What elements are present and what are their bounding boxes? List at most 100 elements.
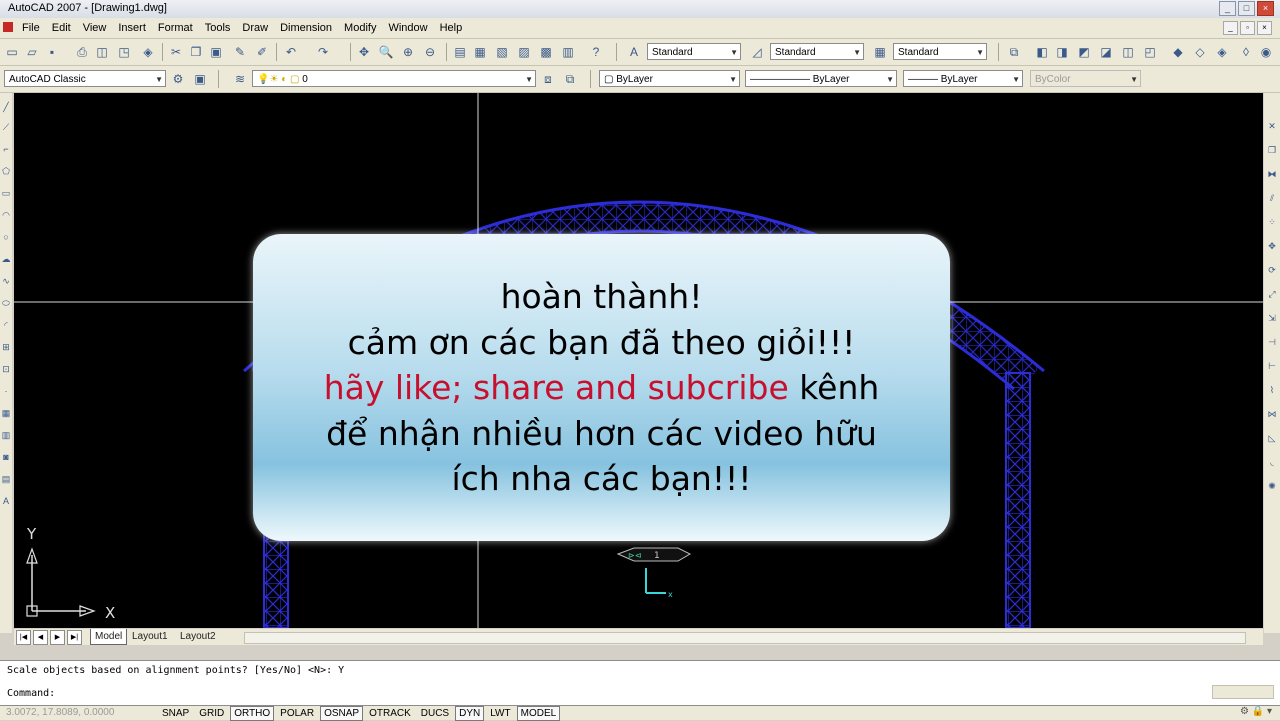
lineweight-select[interactable]: ——— ByLayer ▼ xyxy=(903,70,1023,87)
ne-iso-icon[interactable]: ◈ xyxy=(1214,44,1230,60)
calculator-icon[interactable]: ▥ xyxy=(560,44,576,60)
layer-manager-icon[interactable]: ≋ xyxy=(232,71,248,87)
revision-cloud-icon[interactable]: ☁ xyxy=(0,253,12,265)
rotate-icon[interactable]: ⟳ xyxy=(1265,263,1279,277)
status-polar-button[interactable]: POLAR xyxy=(276,706,318,721)
save-icon[interactable]: ▪ xyxy=(44,44,60,60)
status-ortho-button[interactable]: ORTHO xyxy=(230,706,275,721)
menu-modify[interactable]: Modify xyxy=(338,21,382,35)
workspace-settings-icon[interactable]: ⚙ xyxy=(170,71,186,87)
workspace-select[interactable]: AutoCAD Classic ▼ xyxy=(4,70,166,87)
tab-layout2[interactable]: Layout2 xyxy=(176,629,220,644)
menu-draw[interactable]: Draw xyxy=(236,21,274,35)
construction-line-icon[interactable]: ⟋ xyxy=(0,121,12,133)
ellipse-icon[interactable]: ⬭ xyxy=(0,297,12,309)
make-object-layer-current-icon[interactable]: ⧈ xyxy=(540,71,556,87)
prev-tab-button[interactable]: ◀ xyxy=(33,630,48,645)
maximize-button[interactable]: □ xyxy=(1238,1,1255,16)
help-icon[interactable]: ? xyxy=(588,44,604,60)
top-view-icon[interactable]: ◧ xyxy=(1034,44,1050,60)
mirror-icon[interactable]: ⧓ xyxy=(1265,167,1279,181)
spline-icon[interactable]: ∿ xyxy=(0,275,12,287)
chamfer-icon[interactable]: ◺ xyxy=(1265,431,1279,445)
autocad-app-icon[interactable] xyxy=(3,22,13,32)
move-icon[interactable]: ✥ xyxy=(1265,239,1279,253)
menu-tools[interactable]: Tools xyxy=(199,21,237,35)
sheet-set-icon[interactable]: ▨ xyxy=(516,44,532,60)
status-grid-button[interactable]: GRID xyxy=(195,706,228,721)
polygon-icon[interactable]: ⬠ xyxy=(0,165,12,177)
status-osnap-button[interactable]: OSNAP xyxy=(320,706,364,721)
linetype-select[interactable]: —————— ByLayer ▼ xyxy=(745,70,897,87)
paste-icon[interactable]: ▣ xyxy=(208,44,224,60)
block-editor-icon[interactable]: ✐ xyxy=(254,44,270,60)
insert-block-icon[interactable]: ⊞ xyxy=(0,341,12,353)
menu-file[interactable]: File xyxy=(16,21,46,35)
status-ducs-button[interactable]: DUCS xyxy=(417,706,453,721)
open-icon[interactable]: ▱ xyxy=(24,44,40,60)
left-view-icon[interactable]: ◩ xyxy=(1076,44,1092,60)
zoom-previous-icon[interactable]: ⊖ xyxy=(422,44,438,60)
tab-model[interactable]: Model xyxy=(90,629,128,645)
layer-select[interactable]: 💡☀ ◐ ▢ 0 ▼ xyxy=(252,70,536,87)
region-icon[interactable]: ◙ xyxy=(0,451,12,463)
menu-window[interactable]: Window xyxy=(382,21,433,35)
join-icon[interactable]: ⋈ xyxy=(1265,407,1279,421)
properties-icon[interactable]: ▤ xyxy=(452,44,468,60)
text-style-select[interactable]: Standard ▼ xyxy=(647,43,741,60)
back-view-icon[interactable]: ◰ xyxy=(1142,44,1158,60)
front-view-icon[interactable]: ◫ xyxy=(1120,44,1136,60)
trim-icon[interactable]: ⊣ xyxy=(1265,335,1279,349)
horizontal-scrollbar[interactable] xyxy=(244,632,1246,644)
pan-icon[interactable]: ✥ xyxy=(356,44,372,60)
array-icon[interactable]: ⁘ xyxy=(1265,215,1279,229)
tab-layout1[interactable]: Layout1 xyxy=(128,629,172,644)
stretch-icon[interactable]: ⇲ xyxy=(1265,311,1279,325)
make-block-icon[interactable]: ⊡ xyxy=(0,363,12,375)
next-tab-button[interactable]: ▶ xyxy=(50,630,65,645)
sw-iso-icon[interactable]: ◆ xyxy=(1170,44,1186,60)
minimize-button[interactable]: _ xyxy=(1219,1,1236,16)
status-model-button[interactable]: MODEL xyxy=(516,706,561,721)
zoom-window-icon[interactable]: ⊕ xyxy=(400,44,416,60)
color-select[interactable]: ▢ ByLayer ▼ xyxy=(599,70,740,87)
circle-icon[interactable]: ○ xyxy=(0,231,12,243)
camera-icon[interactable]: ◉ xyxy=(1258,44,1274,60)
status-snap-button[interactable]: SNAP xyxy=(158,706,193,721)
doc-minimize-button[interactable]: _ xyxy=(1223,21,1238,35)
last-tab-button[interactable]: ▶| xyxy=(67,630,82,645)
table-icon[interactable]: ▤ xyxy=(0,473,12,485)
right-view-icon[interactable]: ◪ xyxy=(1098,44,1114,60)
point-icon[interactable]: · xyxy=(0,385,12,397)
view-manager-icon[interactable]: ⧉ xyxy=(1006,44,1022,60)
workspace-save-icon[interactable]: ▣ xyxy=(192,71,208,87)
design-center-icon[interactable]: ▦ xyxy=(472,44,488,60)
coordinate-display[interactable]: 3.0072, 17.8089, 0.0000 xyxy=(6,707,114,718)
scale-icon[interactable]: ⤢ xyxy=(1265,287,1279,301)
erase-icon[interactable]: ✕ xyxy=(1265,119,1279,133)
menu-format[interactable]: Format xyxy=(152,21,199,35)
status-otrack-button[interactable]: OTRACK xyxy=(365,706,415,721)
doc-restore-button[interactable]: ▫ xyxy=(1240,21,1255,35)
markup-icon[interactable]: ▩ xyxy=(538,44,554,60)
tool-palettes-icon[interactable]: ▧ xyxy=(494,44,510,60)
break-icon[interactable]: ⌇ xyxy=(1265,383,1279,397)
offset-icon[interactable]: ⫽ xyxy=(1265,191,1279,205)
undo-icon[interactable]: ↶ xyxy=(283,44,299,60)
explode-icon[interactable]: ✺ xyxy=(1265,479,1279,493)
status-lwt-button[interactable]: LWT xyxy=(486,706,514,721)
copy-icon[interactable]: ❐ xyxy=(188,44,204,60)
first-tab-button[interactable]: |◀ xyxy=(16,630,31,645)
zoom-realtime-icon[interactable]: 🔍 xyxy=(378,44,394,60)
nw-iso-icon[interactable]: ◊ xyxy=(1238,44,1254,60)
plot-preview-icon[interactable]: ◫ xyxy=(94,44,110,60)
ellipse-arc-icon[interactable]: ◜ xyxy=(0,319,12,331)
menu-edit[interactable]: Edit xyxy=(46,21,77,35)
cut-icon[interactable]: ✂ xyxy=(168,44,184,60)
copy-object-icon[interactable]: ❐ xyxy=(1265,143,1279,157)
publish-icon[interactable]: ◳ xyxy=(116,44,132,60)
close-button[interactable]: × xyxy=(1257,1,1274,16)
gradient-icon[interactable]: ▥ xyxy=(0,429,12,441)
dim-style-select[interactable]: Standard ▼ xyxy=(770,43,864,60)
bottom-view-icon[interactable]: ◨ xyxy=(1054,44,1070,60)
